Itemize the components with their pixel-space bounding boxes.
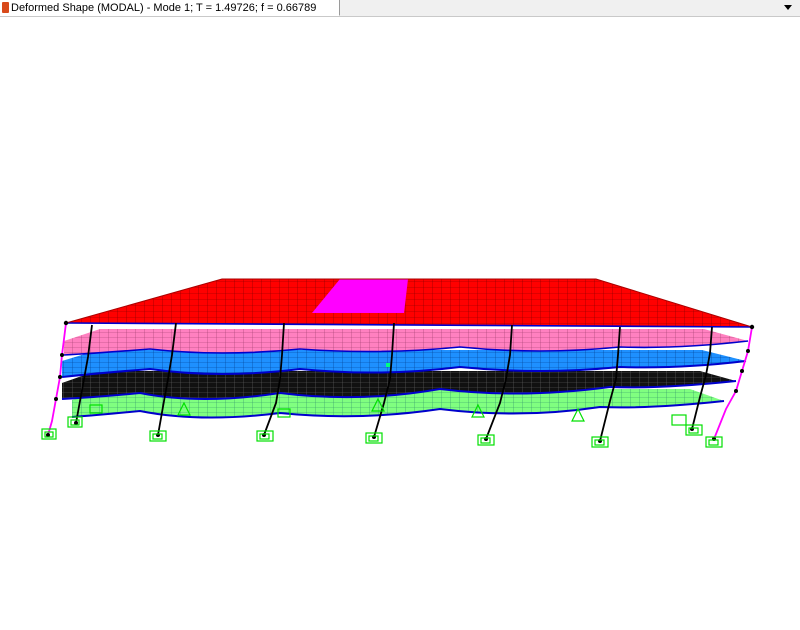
model-window: Deformed Shape (MODAL) - Mode 1; T = 1.4…: [0, 0, 800, 630]
fixed-support-icon: [685, 424, 703, 436]
deformed-shape-model[interactable]: [0, 17, 800, 630]
tab-deformed-shape[interactable]: Deformed Shape (MODAL) - Mode 1; T = 1.4…: [0, 0, 340, 16]
model-viewport[interactable]: [0, 17, 800, 630]
chevron-down-icon: [784, 5, 792, 10]
model-window-icon: [2, 2, 9, 13]
tab-title: Deformed Shape (MODAL) - Mode 1; T = 1.4…: [11, 1, 317, 14]
tab-list-menu-button[interactable]: [782, 2, 794, 14]
fixed-support-icon: [671, 414, 687, 426]
window-tab-strip: Deformed Shape (MODAL) - Mode 1; T = 1.4…: [0, 0, 800, 17]
roof-level: [65, 278, 753, 328]
selected-joint-marker: [386, 363, 390, 367]
